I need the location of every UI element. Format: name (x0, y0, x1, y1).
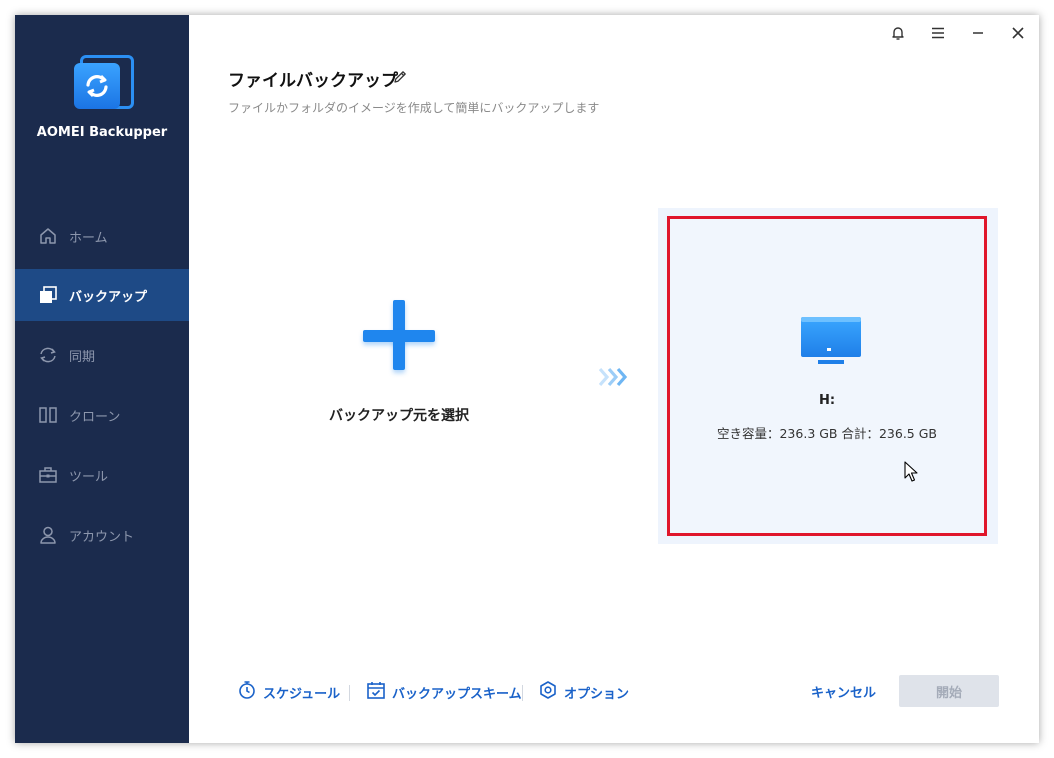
divider (522, 685, 523, 701)
app-window: AOMEI Backupper ホーム バックアップ 同期 クローン ツール ア… (15, 15, 1039, 743)
drive-capacity: 空き容量：236.3 GB 合計：236.5 GB (716, 426, 937, 441)
notification-button[interactable] (886, 23, 910, 47)
sidebar-item-label: バックアップ (69, 289, 148, 305)
chevron-right-arrows-icon (598, 367, 631, 391)
gear-icon (538, 680, 558, 704)
sidebar: AOMEI Backupper ホーム バックアップ 同期 クローン ツール ア… (15, 15, 189, 743)
sidebar-item-sync[interactable]: 同期 (15, 329, 189, 381)
sidebar-item-account[interactable]: アカウント (15, 509, 189, 561)
sidebar-item-home[interactable]: ホーム (15, 210, 189, 262)
schedule-label: スケジュール (263, 686, 341, 702)
drive-letter: H: (818, 393, 836, 408)
page-subtitle: ファイルかフォルダのイメージを作成して簡単にバックアップします (228, 101, 600, 115)
monitor-icon (800, 315, 862, 371)
sidebar-item-tools[interactable]: ツール (15, 449, 189, 501)
menu-icon (930, 25, 946, 45)
clone-icon (37, 404, 59, 426)
page-title: ファイルバックアップ (228, 71, 398, 91)
sidebar-item-label: ツール (69, 469, 109, 485)
destination-drive-card[interactable]: H: 空き容量：236.3 GB 合計：236.5 GB (667, 216, 987, 536)
schedule-button[interactable]: スケジュール (237, 680, 340, 704)
sidebar-item-label: 同期 (69, 349, 96, 365)
menu-button[interactable] (926, 23, 950, 47)
app-logo (72, 53, 134, 115)
backup-scheme-label: バックアップスキーム (392, 686, 522, 702)
cancel-button[interactable]: キャンセル (811, 682, 876, 701)
options-label: オプション (564, 686, 630, 702)
calendar-check-icon (366, 680, 386, 704)
start-button[interactable]: 開始 (899, 675, 999, 707)
close-button[interactable] (1006, 23, 1030, 47)
bell-icon (890, 25, 906, 45)
close-icon (1010, 25, 1026, 45)
sidebar-item-label: ホーム (69, 230, 108, 246)
options-button[interactable]: オプション (538, 680, 629, 704)
minimize-icon (970, 25, 986, 45)
mouse-cursor-icon (904, 461, 918, 487)
backup-icon (37, 284, 59, 306)
app-name: AOMEI Backupper (36, 125, 168, 140)
home-icon (37, 225, 59, 247)
backup-scheme-button[interactable]: バックアップスキーム (366, 680, 522, 704)
stopwatch-icon (237, 680, 257, 704)
divider (349, 685, 350, 701)
select-source-button[interactable]: バックアップ元を選択 (315, 295, 515, 435)
minimize-button[interactable] (966, 23, 990, 47)
user-icon (37, 524, 59, 546)
sidebar-item-clone[interactable]: クローン (15, 389, 189, 441)
sidebar-item-label: アカウント (69, 529, 135, 545)
edit-pencil-icon[interactable] (392, 69, 408, 89)
sidebar-item-label: クローン (69, 409, 121, 425)
toolbox-icon (37, 464, 59, 486)
source-label: バックアップ元を選択 (329, 408, 469, 424)
sidebar-item-backup[interactable]: バックアップ (15, 269, 189, 321)
sync-icon (37, 344, 59, 366)
